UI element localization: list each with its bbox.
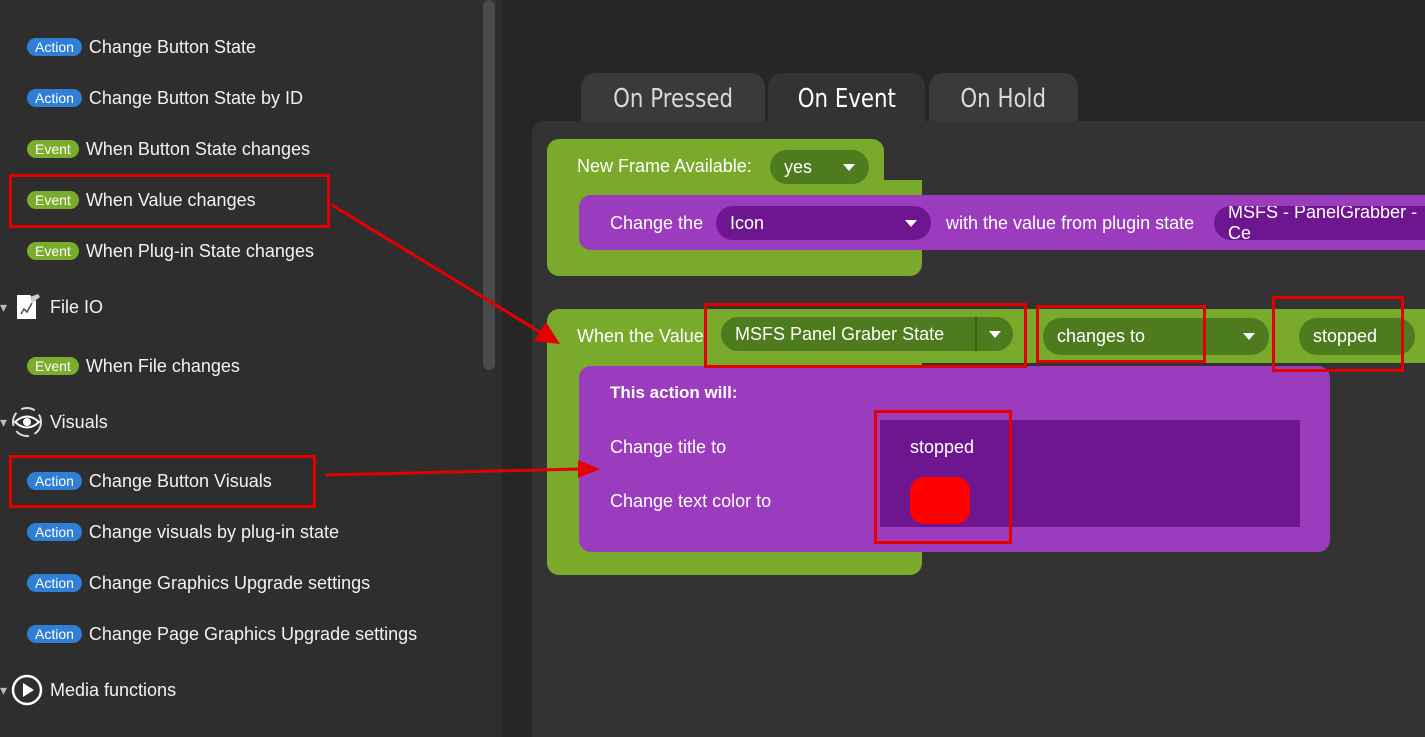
new-frame-label: New Frame Available: <box>577 156 752 176</box>
sidebar-item-change-page-graphics-upgrade-settings[interactable]: Action Change Page Graphics Upgrade sett… <box>27 621 417 647</box>
change-text-color-label: Change text color to <box>610 491 772 511</box>
sidebar: Action Change Button State Action Change… <box>0 0 502 737</box>
tab-on-event[interactable]: On Event <box>768 73 925 125</box>
chevron-down-icon: ▾ <box>0 681 8 698</box>
change-the-label: Change the <box>610 213 704 233</box>
chevron-down-icon: ▾ <box>0 413 8 430</box>
category-label: Media functions <box>50 679 177 700</box>
action-badge: Action <box>27 523 82 541</box>
select-value: yes <box>784 156 813 177</box>
category-label: File IO <box>50 296 104 317</box>
select-value: MSFS - PanelGrabber - Ce <box>1228 206 1418 240</box>
sidebar-item-change-button-state-by-id[interactable]: Action Change Button State by ID <box>27 85 303 111</box>
tab-on-pressed[interactable]: On Pressed <box>581 73 765 125</box>
category-media-functions[interactable]: ▾ Media functions <box>0 670 176 710</box>
sidebar-item-label: Change Graphics Upgrade settings <box>88 572 371 593</box>
icon-select[interactable]: Icon <box>716 206 931 240</box>
caret-down-icon <box>905 220 917 227</box>
action-badge: Action <box>27 625 82 643</box>
event-badge: Event <box>27 140 79 158</box>
sidebar-item-label: Change visuals by plug-in state <box>88 521 340 542</box>
change-title-label: Change title to <box>610 437 727 457</box>
sidebar-item-change-button-state[interactable]: Action Change Button State <box>27 34 256 60</box>
action-badge: Action <box>27 38 82 56</box>
tab-on-hold[interactable]: On Hold <box>929 73 1078 125</box>
sidebar-item-label: When File changes <box>85 355 240 376</box>
when-the-value-label: When the Value <box>577 326 704 346</box>
sidebar-item-when-button-state-changes[interactable]: Event When Button State changes <box>27 136 310 162</box>
select-value: Icon <box>730 212 765 233</box>
sidebar-item-label: When Button State changes <box>85 138 310 159</box>
sidebar-item-change-graphics-upgrade-settings[interactable]: Action Change Graphics Upgrade settings <box>27 570 370 596</box>
highlight-box <box>704 303 1027 368</box>
file-edit-icon <box>10 290 44 324</box>
chevron-down-icon: ▾ <box>0 298 8 315</box>
sidebar-item-label: Change Button State <box>88 36 257 57</box>
plugin-state-label: with the value from plugin state <box>946 213 1195 233</box>
play-icon <box>10 673 44 707</box>
category-file-io[interactable]: ▾ File IO <box>0 287 103 327</box>
highlight-box <box>9 174 330 228</box>
action-title: This action will: <box>610 383 738 402</box>
sidebar-scrollbar[interactable] <box>483 0 495 370</box>
category-visuals[interactable]: ▾ Visuals <box>0 402 108 442</box>
sidebar-item-change-visuals-by-plugin-state[interactable]: Action Change visuals by plug-in state <box>27 519 339 545</box>
caret-down-icon <box>1243 333 1255 340</box>
event-badge: Event <box>27 357 79 375</box>
caret-down-icon <box>843 164 855 171</box>
sidebar-item-when-plugin-state-changes[interactable]: Event When Plug-in State changes <box>27 238 314 264</box>
highlight-box <box>9 455 316 508</box>
highlight-box <box>1036 305 1206 363</box>
sidebar-item-label: When Plug-in State changes <box>85 240 314 261</box>
new-frame-select[interactable]: yes <box>770 150 869 184</box>
sidebar-item-label: Change Page Graphics Upgrade settings <box>88 623 418 644</box>
action-badge: Action <box>27 574 82 592</box>
action-badge: Action <box>27 89 82 107</box>
plugin-state-select[interactable]: MSFS - PanelGrabber - Ce <box>1214 206 1425 240</box>
highlight-box <box>874 410 1012 544</box>
highlight-box <box>1272 296 1404 372</box>
category-label: Visuals <box>50 411 108 432</box>
event-badge: Event <box>27 242 79 260</box>
sidebar-item-label: Change Button State by ID <box>88 87 304 108</box>
sidebar-item-when-file-changes[interactable]: Event When File changes <box>27 353 240 379</box>
eye-icon <box>10 405 44 439</box>
